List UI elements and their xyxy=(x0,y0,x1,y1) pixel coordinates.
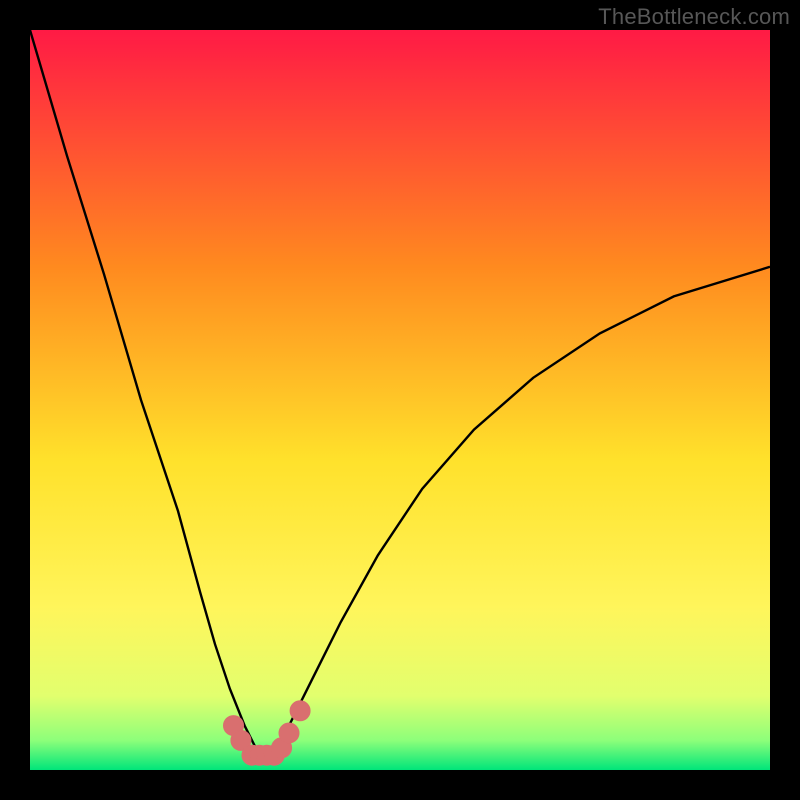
bottleneck-curve xyxy=(30,30,770,755)
watermark-text: TheBottleneck.com xyxy=(598,4,790,30)
marker-group xyxy=(224,701,311,765)
curve-marker xyxy=(290,701,310,721)
curve-marker xyxy=(279,723,299,743)
plot-area xyxy=(30,30,770,770)
bottleneck-curve-svg xyxy=(30,30,770,770)
chart-frame: TheBottleneck.com xyxy=(0,0,800,800)
